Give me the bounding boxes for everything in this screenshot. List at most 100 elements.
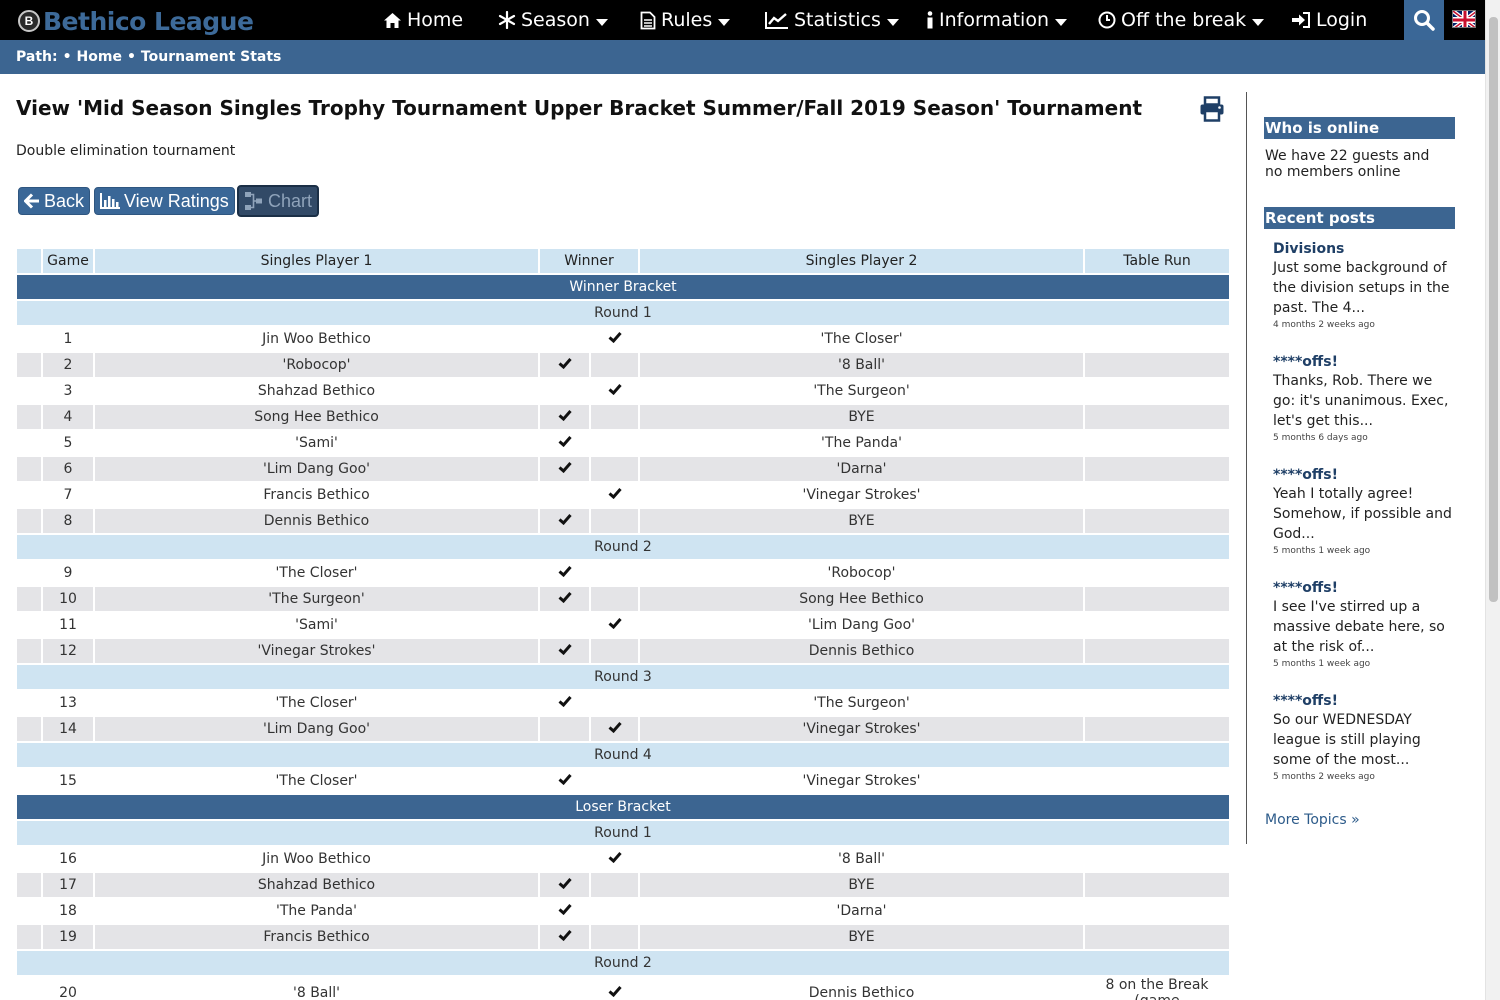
player-1-name: Jin Woo Bethico bbox=[93, 847, 538, 871]
check-icon bbox=[608, 722, 622, 733]
check-icon bbox=[558, 644, 572, 655]
player-1-name: 'The Closer' bbox=[93, 769, 538, 793]
round-heading-row: Round 1 bbox=[17, 301, 1230, 325]
winner-player-1-cell bbox=[538, 691, 589, 715]
view-ratings-button[interactable]: View Ratings bbox=[94, 187, 235, 215]
player-1-name: Dennis Bethico bbox=[93, 509, 538, 533]
round-label: Round 2 bbox=[17, 535, 1230, 559]
player-2-name: BYE bbox=[638, 925, 1084, 949]
player-1-name: 'The Closer' bbox=[93, 561, 538, 585]
winner-player-1-cell bbox=[538, 847, 589, 871]
player-1-name: 'Vinegar Strokes' bbox=[93, 639, 538, 663]
check-icon bbox=[558, 410, 572, 421]
winner-player-2-cell bbox=[589, 405, 639, 429]
row-marker-cell bbox=[17, 587, 41, 611]
post-excerpt: I see I've stirred up a massive debate h… bbox=[1273, 599, 1445, 655]
nav-login[interactable]: Login bbox=[1291, 0, 1367, 40]
winner-player-1-cell bbox=[538, 873, 589, 897]
bracket-chart-icon bbox=[245, 192, 262, 210]
chart-button-label: Chart bbox=[268, 190, 313, 211]
table-run-cell bbox=[1083, 327, 1230, 351]
chart-button[interactable]: Chart bbox=[237, 185, 320, 217]
uk-flag-icon[interactable] bbox=[1452, 10, 1476, 28]
player-1-name: Jin Woo Bethico bbox=[93, 327, 538, 351]
row-marker-cell bbox=[17, 457, 41, 481]
game-number: 1 bbox=[41, 327, 93, 351]
winner-player-2-cell bbox=[589, 379, 639, 403]
post-title-link[interactable]: Divisions bbox=[1273, 240, 1453, 258]
recent-post: Divisions Just some background of the di… bbox=[1273, 240, 1453, 332]
nav-rules[interactable]: Rules bbox=[640, 0, 731, 40]
check-icon bbox=[558, 514, 572, 525]
player-1-name: '8 Ball' bbox=[93, 977, 538, 1000]
game-number: 4 bbox=[41, 405, 93, 429]
table-run-cell bbox=[1083, 717, 1230, 741]
winner-player-2-cell bbox=[589, 431, 639, 455]
round-label: Round 2 bbox=[17, 951, 1230, 975]
table-row: 5 'Sami' 'The Panda' bbox=[17, 431, 1230, 455]
breadcrumb-prefix: Path: bbox=[16, 49, 58, 65]
info-icon bbox=[926, 10, 934, 30]
post-title-link[interactable]: ****offs! bbox=[1273, 353, 1453, 371]
row-marker-cell bbox=[17, 639, 41, 663]
game-number: 14 bbox=[41, 717, 93, 741]
winner-player-1-cell bbox=[538, 925, 589, 949]
round-heading-row: Round 2 bbox=[17, 535, 1230, 559]
breadcrumb-current[interactable]: Tournament Stats bbox=[141, 49, 281, 65]
winner-player-1-cell bbox=[538, 509, 589, 533]
table-row: 16 Jin Woo Bethico '8 Ball' bbox=[17, 847, 1230, 871]
nav-statistics[interactable]: Statistics bbox=[765, 0, 899, 40]
winner-player-1-cell bbox=[538, 717, 589, 741]
table-run-cell: 8 on the Break (game bbox=[1083, 977, 1230, 1000]
recent-post: ****offs! So our WEDNESDAY league is sti… bbox=[1273, 692, 1453, 784]
winner-player-1-cell bbox=[538, 405, 589, 429]
check-icon bbox=[558, 696, 572, 707]
game-number: 8 bbox=[41, 509, 93, 533]
winner-player-2-cell bbox=[589, 457, 639, 481]
table-run-cell bbox=[1083, 639, 1230, 663]
nav-off-the-break[interactable]: Off the break bbox=[1098, 0, 1265, 40]
table-run-cell bbox=[1083, 405, 1230, 429]
game-number: 12 bbox=[41, 639, 93, 663]
table-run-cell bbox=[1083, 483, 1230, 507]
sidebar-divider bbox=[1246, 92, 1247, 844]
back-button[interactable]: Back bbox=[18, 187, 91, 215]
check-icon bbox=[608, 852, 622, 863]
more-topics-link[interactable]: More Topics » bbox=[1265, 812, 1360, 828]
post-title-link[interactable]: ****offs! bbox=[1273, 692, 1453, 710]
player-1-name: Francis Bethico bbox=[93, 483, 538, 507]
row-marker-cell bbox=[17, 327, 41, 351]
post-title-link[interactable]: ****offs! bbox=[1273, 466, 1453, 484]
winner-player-2-cell bbox=[589, 847, 639, 871]
site-logo[interactable]: B Bethico League bbox=[18, 6, 254, 36]
post-time: 5 months 1 week ago bbox=[1273, 546, 1371, 556]
breadcrumb-home[interactable]: Home bbox=[77, 49, 122, 65]
recent-posts-heading: Recent posts bbox=[1264, 207, 1455, 229]
table-row: 20'8 Ball' Dennis Bethico8 on the Break (… bbox=[17, 977, 1230, 1000]
winner-player-1-cell bbox=[538, 977, 589, 1000]
header-player-1: Singles Player 1 bbox=[93, 249, 538, 273]
scrollbar-thumb[interactable] bbox=[1489, 17, 1498, 602]
page-scrollbar[interactable] bbox=[1485, 0, 1500, 1000]
page-subtitle: Double elimination tournament bbox=[16, 143, 236, 159]
login-icon bbox=[1291, 11, 1311, 29]
recent-post: ****offs! I see I've stirred up a massiv… bbox=[1273, 579, 1453, 671]
nav-information[interactable]: Information bbox=[926, 0, 1067, 40]
game-number: 13 bbox=[41, 691, 93, 715]
winner-player-1-cell bbox=[538, 561, 589, 585]
nav-home[interactable]: Home bbox=[383, 0, 463, 40]
print-icon[interactable] bbox=[1199, 96, 1225, 122]
player-1-name: 'The Surgeon' bbox=[93, 587, 538, 611]
table-run-cell bbox=[1083, 613, 1230, 637]
breadcrumb-bullet: • bbox=[62, 49, 72, 65]
table-run-cell bbox=[1083, 847, 1230, 871]
table-row: 9 'The Closer' 'Robocop' bbox=[17, 561, 1230, 585]
winner-player-2-cell bbox=[589, 613, 639, 637]
winner-player-2-cell bbox=[589, 561, 639, 585]
search-button[interactable] bbox=[1404, 0, 1444, 40]
bracket-label: Winner Bracket bbox=[17, 275, 1230, 299]
table-run-cell bbox=[1083, 587, 1230, 611]
post-title-link[interactable]: ****offs! bbox=[1273, 579, 1453, 597]
nav-season[interactable]: Season bbox=[498, 0, 608, 40]
winner-player-1-cell bbox=[538, 613, 589, 637]
